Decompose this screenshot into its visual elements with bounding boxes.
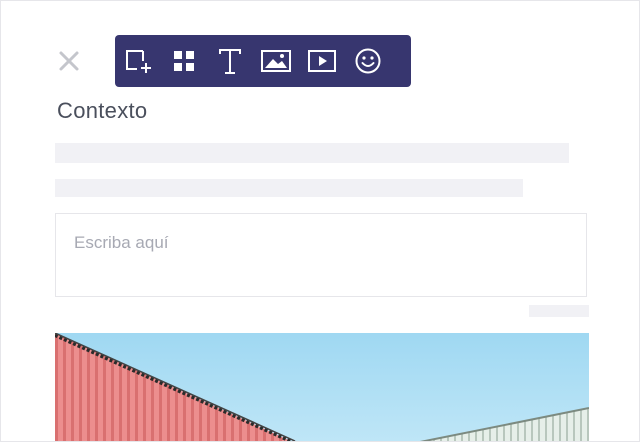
image-button[interactable] <box>253 35 299 87</box>
building-photo <box>55 333 589 441</box>
emoji-button[interactable] <box>345 35 391 87</box>
image-icon <box>261 50 291 72</box>
character-counter-placeholder <box>529 305 589 317</box>
add-frame-button[interactable] <box>115 35 161 87</box>
editor-panel: Contexto Escriba aquí <box>0 0 640 442</box>
text-button[interactable] <box>207 35 253 87</box>
input-placeholder: Escriba aquí <box>74 233 169 252</box>
grid-icon <box>174 51 194 71</box>
text-placeholder-line <box>55 143 569 163</box>
insert-toolbar <box>115 35 411 87</box>
context-image[interactable] <box>55 333 589 441</box>
close-button[interactable] <box>55 47 83 75</box>
close-icon <box>59 51 79 71</box>
video-button[interactable] <box>299 35 345 87</box>
text-placeholder-line <box>55 179 523 197</box>
grid-button[interactable] <box>161 35 207 87</box>
add-frame-icon <box>126 50 151 73</box>
text-icon <box>219 49 241 74</box>
section-title: Contexto <box>57 98 148 123</box>
video-icon <box>308 50 336 72</box>
context-input[interactable]: Escriba aquí <box>55 213 587 297</box>
emoji-icon <box>355 48 381 74</box>
